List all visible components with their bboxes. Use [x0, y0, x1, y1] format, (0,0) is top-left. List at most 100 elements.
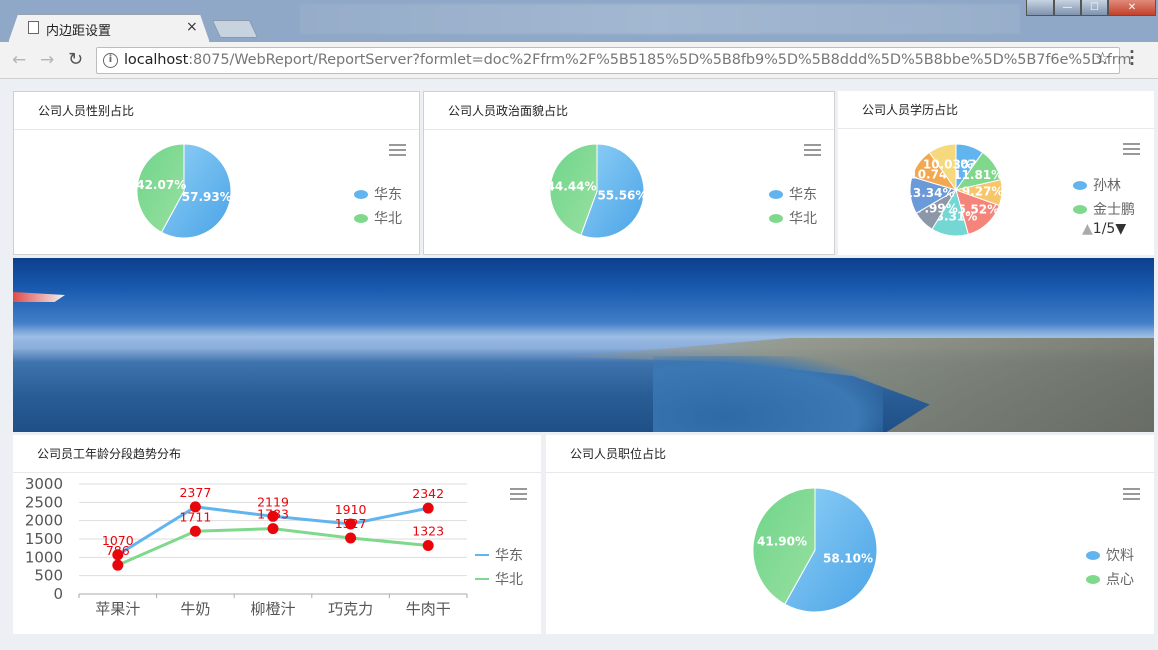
slice-label: 44.44% — [547, 180, 597, 194]
arrow-right-icon[interactable]: → — [40, 50, 54, 70]
address-bar[interactable]: i localhost:8075/WebReport/ReportServer?… — [96, 47, 1131, 74]
data-point[interactable] — [345, 532, 357, 544]
data-point[interactable] — [422, 539, 434, 551]
data-label: 2377 — [179, 485, 211, 500]
legend-item[interactable]: 点心 — [1086, 567, 1134, 591]
chart-gender: 57.93%42.07% — [136, 143, 232, 239]
panel-education: 公司人员学历占比 10.03% 11.81% 9.27% 15.52% 13.31% 7.… — [838, 91, 1154, 255]
y-tick-label: 0 — [53, 585, 63, 603]
legend-label: 饮料 — [1106, 548, 1134, 564]
chart-legend: 华东 华北 — [475, 543, 523, 591]
panel-title: 公司人员学历占比 — [862, 103, 959, 117]
hamburger-menu-icon[interactable] — [389, 144, 406, 157]
legend-label: 华东 — [495, 548, 523, 564]
x-tick-label: 牛肉干 — [406, 600, 451, 618]
data-label: 1910 — [335, 502, 367, 517]
panel-position: 公司人员职位占比 58.10% 41.90% 饮料点心 — [546, 435, 1154, 634]
airplane-wing — [13, 292, 65, 302]
browser-titlebar: 内边距设置 × — ☐ ✕ — [0, 0, 1158, 42]
y-tick-label: 1000 — [25, 548, 63, 566]
hamburger-menu-icon[interactable] — [1123, 143, 1140, 156]
legend-marker — [475, 554, 489, 556]
x-tick-label: 苹果汁 — [95, 600, 140, 618]
url-text[interactable]: localhost:8075/WebReport/ReportServer?fo… — [124, 52, 1131, 68]
legend-label: 华北 — [495, 572, 523, 588]
data-label: 1527 — [335, 516, 367, 531]
chart-legend: 华东 华北 — [354, 182, 402, 230]
y-tick-label: 2500 — [25, 493, 63, 511]
info-icon[interactable]: i — [103, 53, 118, 68]
legend-item[interactable]: 金士鹏 — [1073, 197, 1135, 221]
hamburger-menu-icon[interactable] — [1123, 488, 1140, 501]
minimize-button[interactable]: — — [1054, 0, 1081, 16]
panel-politics: 公司人员政治面貌占比 55.56% 44.44% 华东 华北 — [423, 91, 835, 255]
slice-label: 13.34% — [905, 186, 955, 200]
panel-gender: 公司人员性别占比 57.93% 42.07% 华东 华北 — [13, 91, 420, 255]
panel-title: 公司员工年龄分段趋势分布 — [37, 447, 182, 461]
legend-marker — [1073, 204, 1087, 214]
tab-title[interactable]: 内边距设置 — [46, 20, 111, 39]
slice-label: 57.93% — [182, 190, 232, 204]
chart-legend: 饮料 点心 — [1086, 543, 1134, 591]
legend-label: 点心 — [1106, 572, 1134, 588]
data-label: 1323 — [412, 523, 444, 538]
x-tick-label: 柳橙汁 — [250, 600, 295, 618]
pager-prev-icon[interactable]: ▲ — [1082, 221, 1093, 237]
legend-label: 华东 — [374, 187, 402, 203]
data-point[interactable] — [267, 523, 279, 535]
slice-label: 58.10% — [823, 552, 873, 566]
legend-label: 华北 — [789, 211, 817, 227]
panel-title: 公司人员职位占比 — [570, 447, 667, 461]
slice-label: 42.07% — [136, 178, 186, 192]
panel-trend: 公司员工年龄分段趋势分布 3000 2500 2000 1500 1000 500 0 苹果汁… — [13, 435, 541, 634]
legend-marker — [354, 213, 368, 223]
kebab-menu-icon[interactable]: · · · — [1129, 45, 1135, 72]
data-label: 1783 — [257, 507, 289, 522]
y-tick-label: 3000 — [25, 475, 63, 493]
data-label: 2342 — [412, 486, 444, 501]
legend-marker — [354, 189, 368, 199]
legend-marker — [1073, 180, 1087, 190]
new-tab-button[interactable] — [211, 20, 259, 38]
legend-item[interactable]: 华东 — [769, 182, 817, 206]
arrow-left-icon[interactable]: ← — [12, 50, 26, 70]
legend-item[interactable]: 华北 — [475, 567, 523, 591]
data-point[interactable] — [189, 525, 201, 537]
maximize-button[interactable]: ☐ — [1081, 0, 1108, 16]
close-window-button[interactable]: ✕ — [1108, 0, 1156, 16]
user-icon[interactable] — [1026, 0, 1054, 16]
legend-label: 孙林 — [1093, 178, 1121, 194]
legend-item[interactable]: 华东 — [475, 543, 523, 567]
window-controls: — ☐ ✕ — [1026, 0, 1158, 16]
legend-item[interactable]: 华北 — [354, 206, 402, 230]
y-tick-label: 500 — [34, 567, 63, 585]
x-tick-label: 巧克力 — [328, 600, 373, 618]
legend-marker — [1086, 550, 1100, 560]
pager-next-icon[interactable]: ▼ — [1115, 221, 1126, 237]
legend-marker — [769, 189, 783, 199]
star-icon[interactable]: ☆ — [1095, 49, 1110, 69]
chart-position: 58.10% 41.90% — [752, 487, 878, 613]
legend-label: 华北 — [374, 211, 402, 227]
data-point[interactable] — [112, 559, 124, 571]
bay — [653, 356, 883, 432]
data-label: 786 — [106, 543, 130, 558]
url-host: localhost — [124, 52, 189, 68]
legend-marker — [769, 213, 783, 223]
legend-label: 华东 — [789, 187, 817, 203]
slice-label: 41.90% — [757, 534, 807, 548]
chart-trend: 300025002000150010005000苹果汁 牛奶 柳橙汁 巧克力 牛肉干10… — [25, 475, 468, 618]
pager-text: 1/5 — [1092, 221, 1116, 237]
legend-item[interactable]: 华北 — [769, 206, 817, 230]
url-path: :8075/WebReport/ReportServer?formlet=doc… — [188, 52, 1132, 68]
data-point[interactable] — [422, 502, 434, 514]
hamburger-menu-icon[interactable] — [804, 144, 821, 157]
data-label: 1711 — [179, 509, 211, 524]
page-icon — [28, 21, 39, 34]
reload-icon[interactable]: ↻ — [68, 49, 83, 70]
legend-item[interactable]: 华东 — [354, 182, 402, 206]
legend-item[interactable]: 饮料 — [1086, 543, 1134, 567]
tab-close-icon[interactable]: × — [186, 19, 198, 35]
legend-item[interactable]: 孙林 — [1073, 173, 1135, 197]
y-tick-label: 2000 — [25, 512, 63, 530]
